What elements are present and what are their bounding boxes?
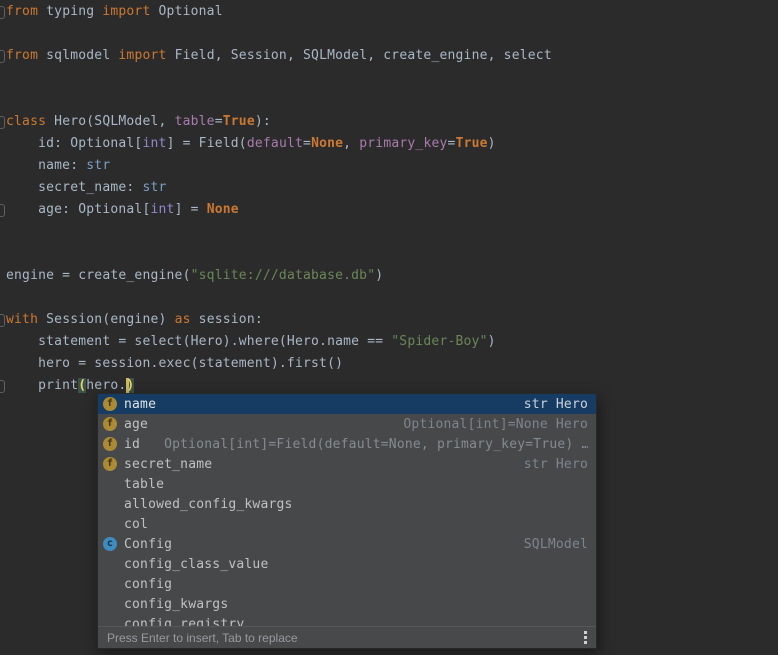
code-line[interactable] bbox=[6, 67, 778, 89]
icon-spacer bbox=[103, 617, 117, 626]
code-line[interactable] bbox=[6, 89, 778, 111]
code-line[interactable]: secret_name: str bbox=[6, 177, 778, 199]
icon-spacer bbox=[103, 557, 117, 571]
completion-label: allowed_config_kwargs bbox=[124, 497, 293, 512]
icon-spacer bbox=[103, 577, 117, 591]
gutter-icon bbox=[0, 116, 5, 129]
completion-label: col bbox=[124, 517, 148, 532]
code-line[interactable] bbox=[6, 243, 778, 265]
code-line[interactable]: from typing import Optional bbox=[6, 1, 778, 23]
field-icon: f bbox=[103, 397, 117, 411]
code-line[interactable]: age: Optional[int] = None bbox=[6, 199, 778, 221]
completion-item[interactable]: c Config SQLModel bbox=[98, 534, 596, 554]
autocomplete-popup: fnamestr HerofageOptional[int]=None Hero… bbox=[97, 393, 597, 649]
completion-label: age bbox=[124, 417, 148, 432]
completion-item[interactable]: f secret_name str Hero bbox=[98, 454, 596, 474]
completion-item[interactable]: fname str Hero bbox=[98, 394, 596, 414]
completion-signature: Optional[int]=Field(default=None, primar… bbox=[164, 437, 588, 452]
field-icon: f bbox=[103, 457, 117, 471]
completion-label: config bbox=[124, 577, 172, 592]
completion-item[interactable]: config_registry bbox=[98, 614, 596, 626]
code-line[interactable]: engine = create_engine("sqlite:///databa… bbox=[6, 265, 778, 287]
completion-item[interactable]: config_kwargs bbox=[98, 594, 596, 614]
completion-label: table bbox=[124, 477, 164, 492]
icon-spacer bbox=[103, 477, 117, 491]
gutter-icon bbox=[0, 6, 5, 19]
more-options-icon[interactable] bbox=[584, 631, 587, 644]
gutter-icon bbox=[0, 380, 5, 393]
field-icon: f bbox=[103, 437, 117, 451]
completion-label: config_kwargs bbox=[124, 597, 228, 612]
gutter-icon bbox=[0, 50, 5, 63]
completion-footer: Press Enter to insert, Tab to replace bbox=[98, 626, 596, 648]
code-line[interactable]: class Hero(SQLModel, table=True): bbox=[6, 111, 778, 133]
gutter-icon bbox=[0, 204, 5, 217]
completion-item[interactable]: fage Optional[int]=None Hero bbox=[98, 414, 596, 434]
code-line[interactable]: with Session(engine) as session: bbox=[6, 309, 778, 331]
completion-type-hint: str Hero bbox=[524, 457, 588, 472]
code-line[interactable]: name: str bbox=[6, 155, 778, 177]
class-icon: c bbox=[103, 537, 117, 551]
completion-label: name bbox=[124, 397, 156, 412]
code-line[interactable] bbox=[6, 287, 778, 309]
icon-spacer bbox=[103, 517, 117, 531]
completion-list[interactable]: fnamestr HerofageOptional[int]=None Hero… bbox=[98, 394, 596, 626]
completion-item[interactable]: config_class_value bbox=[98, 554, 596, 574]
gutter-icon bbox=[0, 314, 5, 327]
code-line[interactable]: id: Optional[int] = Field(default=None, … bbox=[6, 133, 778, 155]
completion-label: id bbox=[124, 437, 140, 452]
completion-item[interactable]: allowed_config_kwargs bbox=[98, 494, 596, 514]
code-line[interactable] bbox=[6, 23, 778, 45]
footer-hint: Press Enter to insert, Tab to replace bbox=[107, 631, 298, 645]
completion-type-hint: str Hero bbox=[524, 397, 588, 412]
completion-item[interactable]: table bbox=[98, 474, 596, 494]
completion-item[interactable]: col bbox=[98, 514, 596, 534]
completion-type-hint: Optional[int]=None Hero bbox=[403, 417, 588, 432]
icon-spacer bbox=[103, 497, 117, 511]
completion-label: config_class_value bbox=[124, 557, 268, 572]
completion-label: secret_name bbox=[124, 457, 212, 472]
icon-spacer bbox=[103, 597, 117, 611]
code-line[interactable]: hero = session.exec(statement).first() bbox=[6, 353, 778, 375]
completion-type-hint: SQLModel bbox=[524, 537, 588, 552]
code-line[interactable]: from sqlmodel import Field, Session, SQL… bbox=[6, 45, 778, 67]
code-line[interactable]: statement = select(Hero).where(Hero.name… bbox=[6, 331, 778, 353]
completion-label: Config bbox=[124, 537, 172, 552]
code-line[interactable] bbox=[6, 221, 778, 243]
completion-item[interactable]: config bbox=[98, 574, 596, 594]
completion-label: config_registry bbox=[124, 617, 244, 627]
field-icon: f bbox=[103, 417, 117, 431]
completion-item[interactable]: fid Optional[int]=Field(default=None, pri… bbox=[98, 434, 596, 454]
